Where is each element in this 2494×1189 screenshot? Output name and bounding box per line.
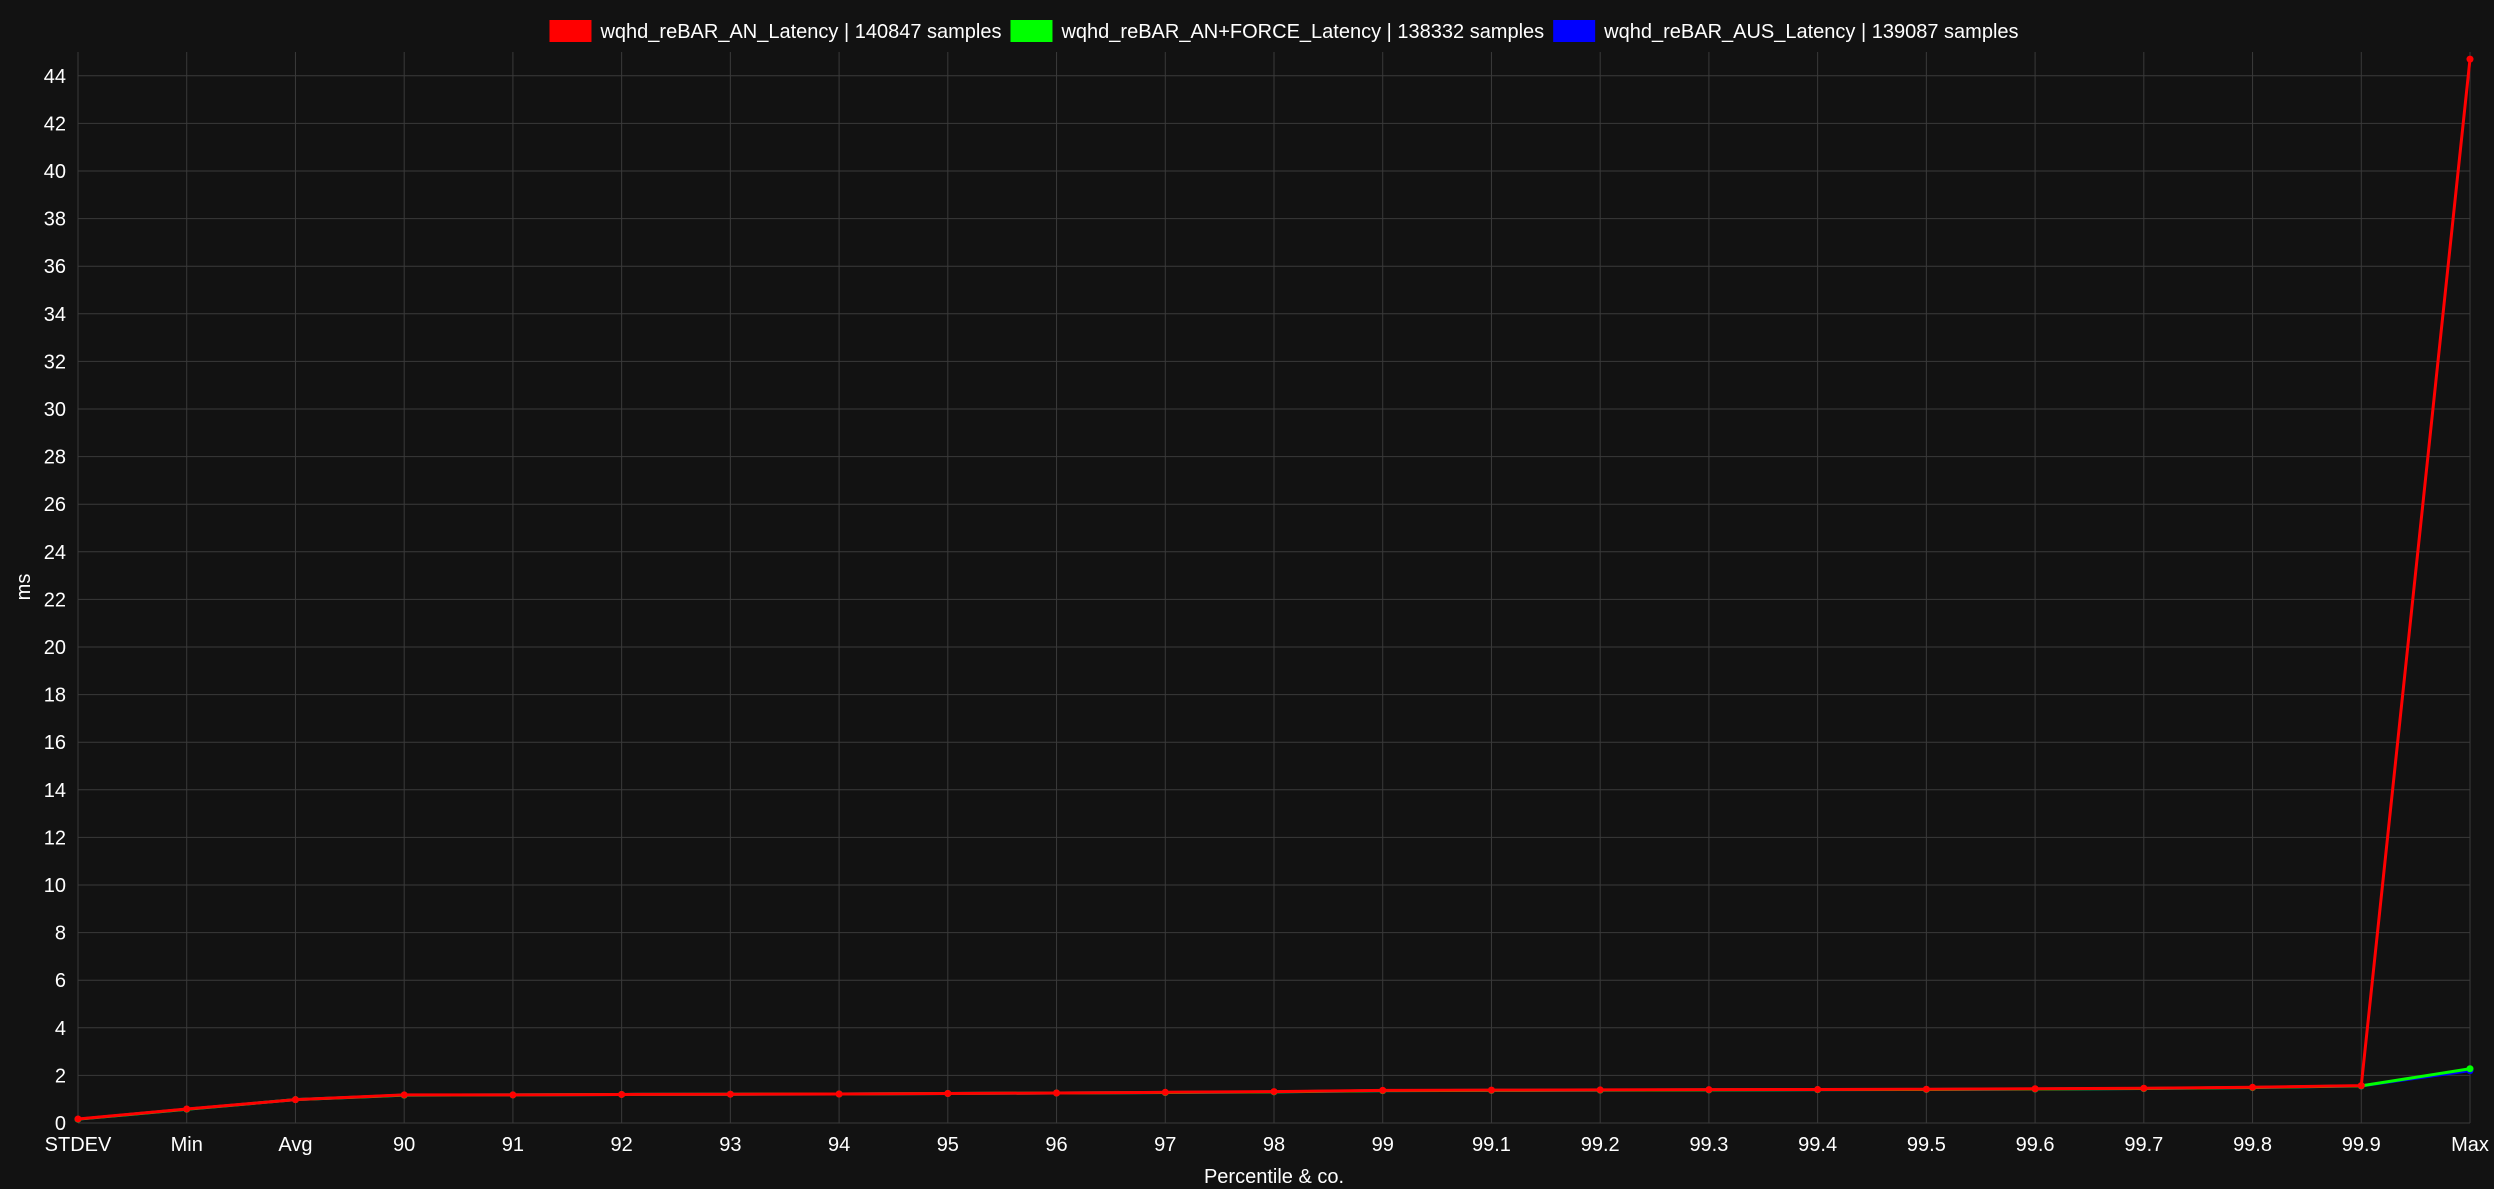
y-tick-label: 10 bbox=[44, 875, 66, 897]
x-tick-label: 94 bbox=[828, 1134, 850, 1156]
chart-grid bbox=[77, 52, 2471, 1124]
data-point bbox=[2140, 1084, 2148, 1092]
y-tick-label: 44 bbox=[44, 66, 66, 88]
y-tick-label: 30 bbox=[44, 399, 66, 421]
data-point bbox=[726, 1090, 734, 1098]
x-tick-label: 98 bbox=[1263, 1134, 1285, 1156]
y-tick-label: 36 bbox=[44, 256, 66, 278]
data-point bbox=[1487, 1086, 1495, 1094]
x-tick-label: 92 bbox=[611, 1134, 633, 1156]
x-tick-label: 99.8 bbox=[2233, 1134, 2272, 1156]
data-point bbox=[509, 1091, 517, 1099]
y-tick-label: 6 bbox=[55, 970, 66, 992]
x-tick-label: 99.4 bbox=[1798, 1134, 1837, 1156]
x-tick-label: 99.1 bbox=[1472, 1134, 1511, 1156]
y-tick-label: 18 bbox=[44, 685, 66, 707]
y-tick-label: 28 bbox=[44, 447, 66, 469]
x-tick-label: 96 bbox=[1045, 1134, 1067, 1156]
legend-swatch bbox=[549, 20, 592, 42]
x-tick-label: STDEV bbox=[45, 1134, 112, 1156]
data-point bbox=[944, 1089, 952, 1097]
x-tick-label: 99.7 bbox=[2124, 1134, 2163, 1156]
legend-swatch bbox=[1553, 20, 1596, 42]
y-tick-label: 4 bbox=[55, 1018, 66, 1040]
legend-item: wqhd_reBAR_AN+FORCE_Latency | 138332 sam… bbox=[1010, 20, 1544, 43]
x-tick-label: 99.6 bbox=[2016, 1134, 2055, 1156]
x-tick-label: Min bbox=[171, 1134, 203, 1156]
legend-label: wqhd_reBAR_AN_Latency | 140847 samples bbox=[599, 21, 1001, 43]
y-tick-label: 38 bbox=[44, 209, 66, 231]
y-tick-label: 22 bbox=[44, 589, 66, 611]
x-tick-label: 95 bbox=[937, 1134, 959, 1156]
x-axis-title: Percentile & co. bbox=[1204, 1166, 1344, 1188]
data-point bbox=[1922, 1085, 1930, 1093]
y-tick-label: 14 bbox=[44, 780, 66, 802]
x-axis-tick-labels: STDEV Min Avg 90 91 92 93 94 95 96 97 98 99 99.1 99.2 9… bbox=[45, 1134, 2489, 1156]
data-point bbox=[400, 1091, 408, 1099]
y-tick-label: 34 bbox=[44, 304, 66, 326]
data-point bbox=[1161, 1088, 1169, 1096]
data-point bbox=[2249, 1083, 2257, 1091]
x-tick-label: 99.2 bbox=[1581, 1134, 1620, 1156]
y-tick-label: 8 bbox=[55, 923, 66, 945]
y-tick-label: 12 bbox=[44, 827, 66, 849]
y-tick-label: 26 bbox=[44, 494, 66, 516]
data-point bbox=[618, 1090, 626, 1098]
x-tick-label: 91 bbox=[502, 1134, 524, 1156]
y-tick-label: 24 bbox=[44, 542, 66, 564]
data-point bbox=[2466, 1065, 2474, 1073]
legend-item: wqhd_reBAR_AN_Latency | 140847 samples bbox=[549, 20, 1001, 43]
x-tick-label: 99.3 bbox=[1689, 1134, 1728, 1156]
y-tick-label: 20 bbox=[44, 637, 66, 659]
x-tick-label: 90 bbox=[393, 1134, 415, 1156]
legend-item: wqhd_reBAR_AUS_Latency | 139087 samples bbox=[1553, 20, 2019, 43]
y-tick-label: 40 bbox=[44, 161, 66, 183]
y-tick-label: 16 bbox=[44, 732, 66, 754]
legend-label: wqhd_reBAR_AUS_Latency | 139087 samples bbox=[1603, 21, 2018, 43]
data-point bbox=[835, 1090, 843, 1098]
data-point bbox=[183, 1105, 191, 1113]
data-point bbox=[1053, 1089, 1061, 1097]
x-tick-label: 93 bbox=[719, 1134, 741, 1156]
y-tick-label: 0 bbox=[55, 1113, 66, 1135]
legend-label: wqhd_reBAR_AN+FORCE_Latency | 138332 sam… bbox=[1060, 21, 1544, 43]
data-point bbox=[74, 1115, 82, 1123]
x-tick-label: 97 bbox=[1154, 1134, 1176, 1156]
data-point bbox=[1705, 1086, 1713, 1094]
x-tick-label: Max bbox=[2451, 1134, 2489, 1156]
data-point bbox=[1379, 1086, 1387, 1094]
chart-legend: wqhd_reBAR_AN_Latency | 140847 samples wq… bbox=[549, 20, 2019, 43]
x-tick-label: 99 bbox=[1372, 1134, 1394, 1156]
x-tick-label: 99.5 bbox=[1907, 1134, 1946, 1156]
y-tick-label: 42 bbox=[44, 113, 66, 135]
latency-percentile-chart: wqhd_reBAR_AN_Latency | 140847 samples wq… bbox=[13, 20, 2489, 1188]
x-tick-label: 99.9 bbox=[2342, 1134, 2381, 1156]
y-tick-label: 32 bbox=[44, 351, 66, 373]
data-point bbox=[2466, 55, 2474, 63]
y-axis-title: ms bbox=[13, 574, 35, 601]
data-point bbox=[291, 1096, 299, 1104]
data-point bbox=[1596, 1086, 1604, 1094]
data-point bbox=[1270, 1088, 1278, 1096]
y-axis-tick-labels: 0246810121416182022242628303234363840424… bbox=[44, 66, 66, 1135]
data-point bbox=[2357, 1082, 2365, 1090]
data-point bbox=[1814, 1085, 1822, 1093]
y-tick-label: 2 bbox=[55, 1065, 66, 1087]
legend-swatch bbox=[1010, 20, 1053, 42]
data-point bbox=[2031, 1085, 2039, 1093]
x-tick-label: Avg bbox=[278, 1134, 312, 1156]
